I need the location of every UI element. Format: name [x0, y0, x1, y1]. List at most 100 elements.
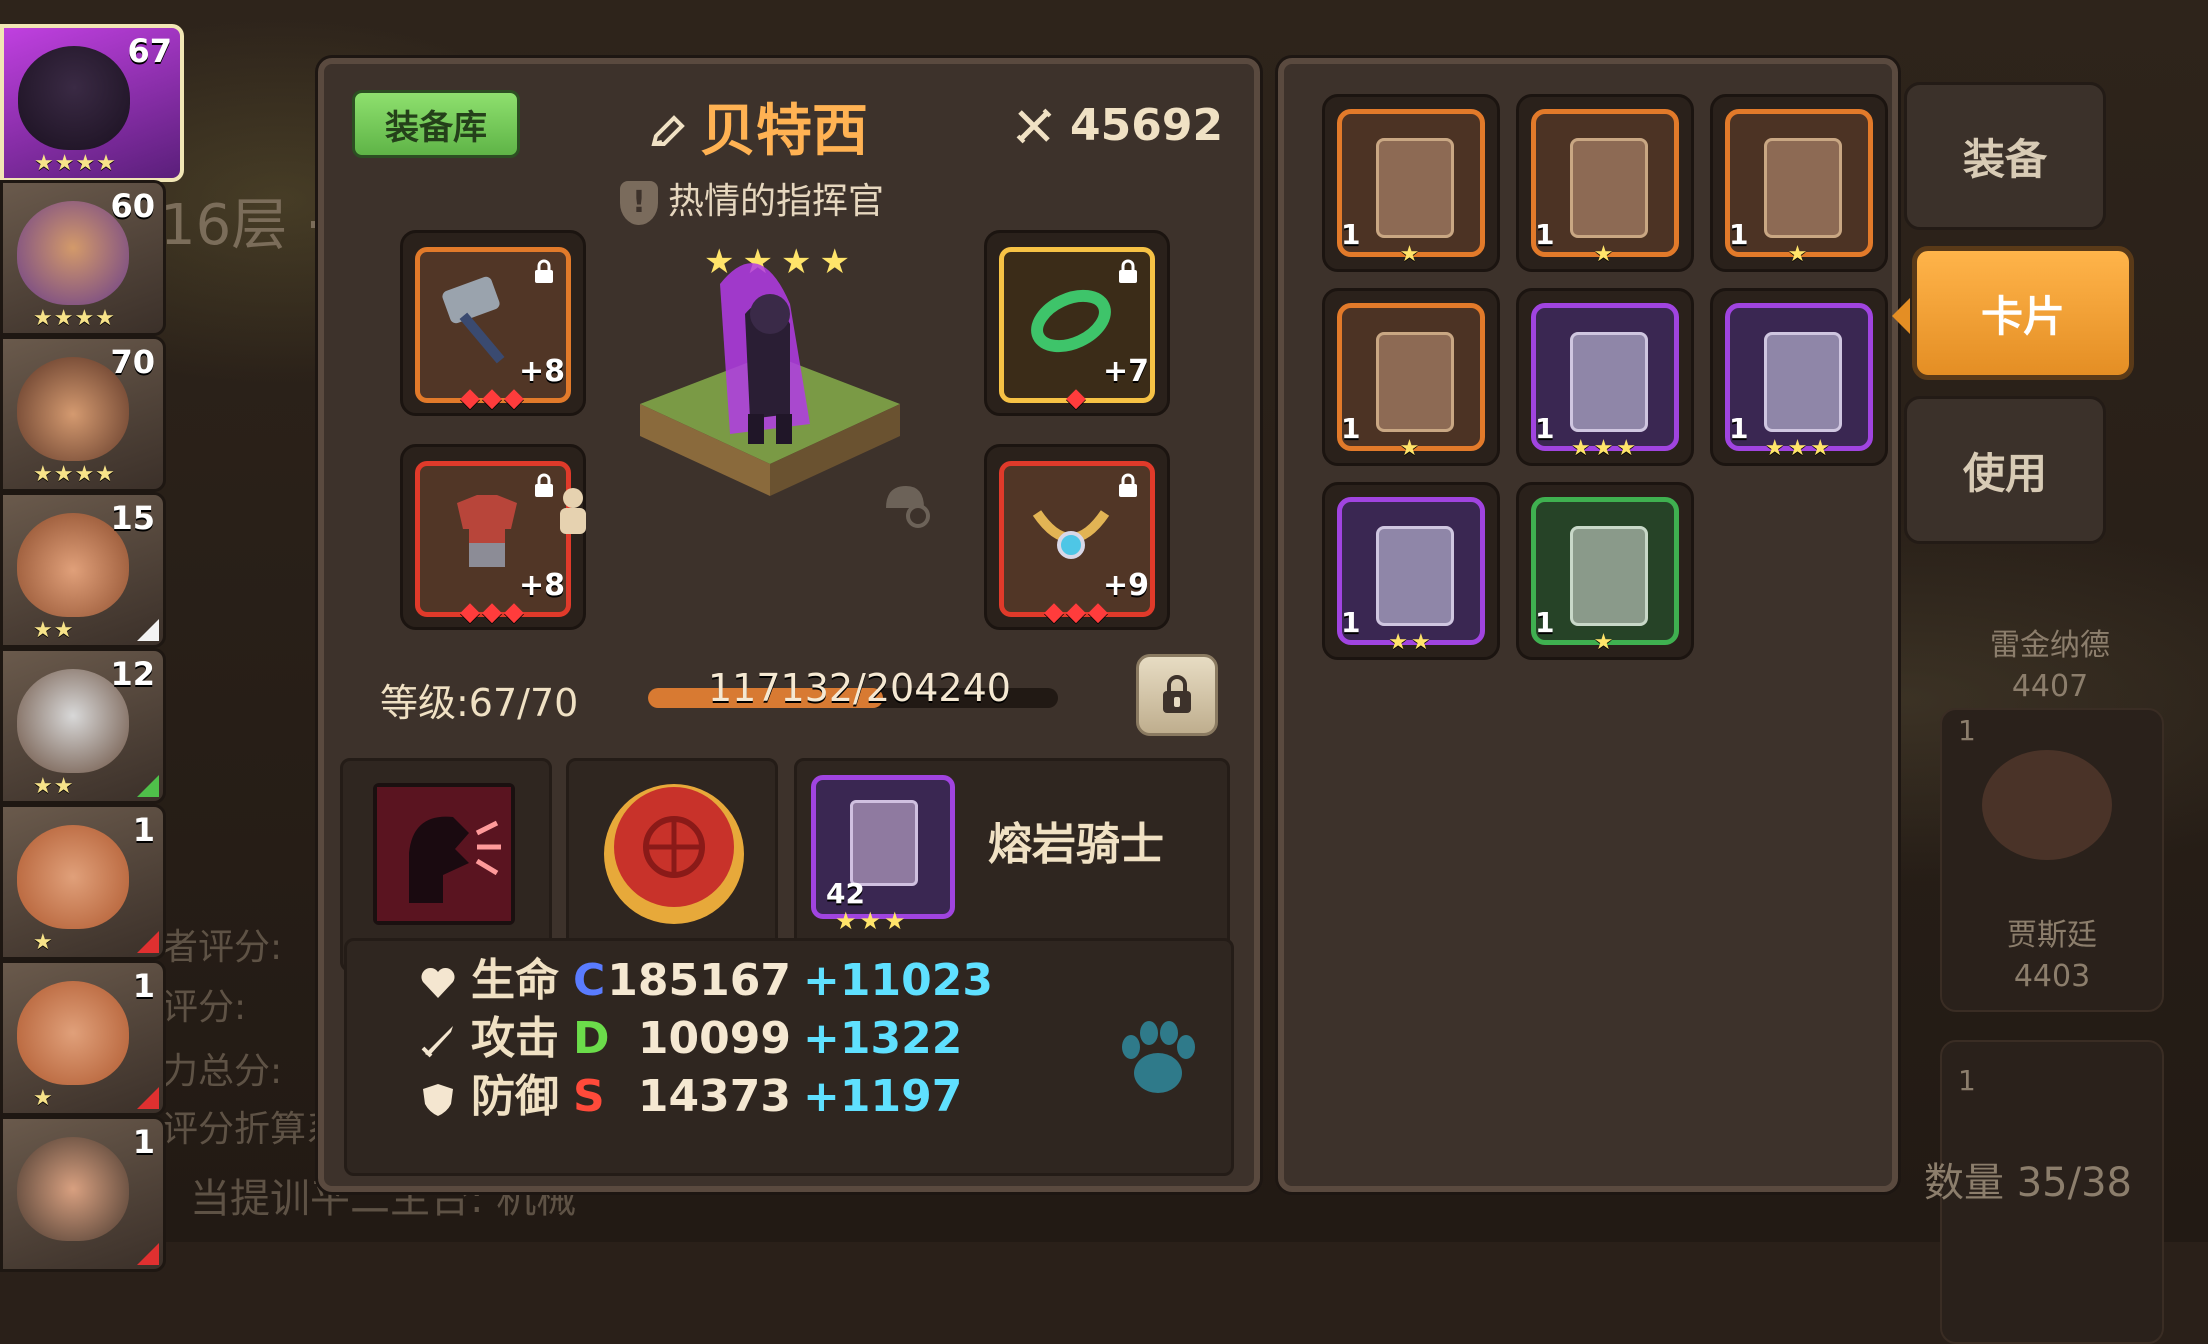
goblin-card-icon	[1570, 332, 1648, 432]
stat-value: 14373	[637, 1071, 791, 1122]
lock-icon	[1119, 259, 1137, 283]
hero-level: 1	[132, 811, 155, 849]
emblem-skill-icon	[604, 784, 744, 924]
equipment-slot-accessory[interactable]: +7 ◆	[984, 230, 1170, 416]
stat-value: 10099	[637, 1013, 791, 1064]
card-item[interactable]: 1 ★	[1322, 94, 1500, 272]
tab-cards[interactable]: 卡片	[1912, 246, 2134, 380]
lava-knight-card-icon	[850, 800, 918, 886]
hero-portrait	[17, 825, 129, 929]
hero-card-7[interactable]: 1 ★	[0, 960, 166, 1116]
bg-card-level: 1	[1958, 1064, 1976, 1097]
title-badge-icon	[620, 181, 658, 225]
helmet-toggle-icon[interactable]	[880, 478, 932, 530]
bg-hero-face	[1982, 750, 2112, 860]
hero-card-1[interactable]: 67 ★★★★	[0, 24, 184, 182]
hero-card-2[interactable]: 60 ★★★★	[0, 180, 166, 336]
lion-card-icon	[1376, 138, 1454, 238]
shield-icon	[423, 1084, 453, 1116]
hero-level: 60	[110, 187, 155, 225]
hero-stars: ★★★★	[33, 462, 116, 487]
hero-stars: ★	[33, 930, 54, 955]
hero-portrait	[18, 46, 130, 150]
card-stars: ★	[1593, 242, 1617, 267]
hero-level-label: 等级:67/70	[380, 681, 579, 725]
stat-label: 防御	[471, 1071, 559, 1122]
bg-card-number: 4403	[2013, 959, 2091, 994]
card-level: 42	[826, 877, 865, 910]
hero-level: 70	[110, 343, 155, 381]
bg-card-name: 贾斯廷	[2007, 918, 2097, 953]
hero-portrait	[17, 1137, 129, 1241]
hero-portrait	[17, 981, 129, 1085]
card-item[interactable]: 1 ★	[1322, 288, 1500, 466]
lock-icon	[535, 259, 553, 283]
rank-corner-icon	[137, 931, 159, 953]
card-inventory-panel: 1 ★ 1 ★ 1 ★ 1 ★ 1 ★★★ 1 ★★★ 1 ★★ 1 ★	[1278, 58, 1898, 1192]
hero-level: 1	[132, 967, 155, 1005]
card-stars: ★	[1787, 242, 1811, 267]
equipment-slot-necklace[interactable]: +9 ◆◆◆	[984, 444, 1170, 630]
hero-card-3[interactable]: 70 ★★★★	[0, 336, 166, 492]
xp-text: 117132/204240	[708, 666, 1011, 710]
rank-corner-icon	[137, 1087, 159, 1109]
stats-panel: 生命 C 185167 +11023 攻击 D 10099 +1322 防御 S 14…	[344, 938, 1234, 1176]
card-stars: ★★★	[835, 907, 909, 935]
dragon-card-icon	[1376, 332, 1454, 432]
card-item[interactable]: 1 ★	[1516, 94, 1694, 272]
lock-icon	[1163, 675, 1191, 713]
gem-rating: ◆	[1066, 383, 1088, 413]
active-tab-arrow	[1892, 298, 1910, 334]
equipment-slot-weapon[interactable]: +8 ◆◆◆	[400, 230, 586, 416]
ghost-text-1: 者评分:	[162, 927, 283, 968]
lock-icon	[1119, 473, 1137, 497]
tab-use[interactable]: 使用	[1904, 396, 2106, 544]
hero-level: 12	[110, 655, 155, 693]
card-stars: ★	[1593, 630, 1617, 655]
card-item[interactable]: 1 ★★	[1322, 482, 1500, 660]
goblin-card-icon	[1376, 526, 1454, 626]
rank-corner-icon	[137, 619, 159, 641]
combat-power-value: 45692	[1070, 100, 1224, 151]
rank-corner-icon	[137, 775, 159, 797]
floor-label: 16层 ·	[160, 193, 323, 258]
stat-hp: 生命 C	[419, 955, 605, 1007]
hero-stars: ★★	[33, 618, 75, 643]
card-stars: ★★★	[1570, 436, 1640, 461]
stat-label: 生命	[471, 955, 559, 1006]
bg-card-number: 4407	[2011, 669, 2089, 704]
equipment-library-button[interactable]: 装备库	[352, 90, 520, 158]
skill-card-name: 熔岩骑士	[988, 819, 1164, 870]
hero-card-5[interactable]: 12 ★★	[0, 648, 166, 804]
stat-label: 攻击	[471, 1013, 559, 1064]
griffin-card-icon	[1570, 138, 1648, 238]
stat-defense: 防御 S	[419, 1071, 605, 1123]
card-item[interactable]: 1 ★★★	[1710, 288, 1888, 466]
card-stars: ★★	[1388, 630, 1434, 655]
card-item[interactable]: 1 ★	[1516, 482, 1694, 660]
card-item[interactable]: 1 ★	[1710, 94, 1888, 272]
hero-card-4[interactable]: 15 ★★	[0, 492, 166, 648]
gem-rating: ◆◆◆	[1044, 597, 1110, 627]
stat-bonus: +1197	[803, 1071, 963, 1122]
hero-level: 67	[127, 32, 172, 70]
hero-level: 1	[132, 1123, 155, 1161]
hero-stars: ★★★★	[34, 151, 117, 176]
tab-equipment[interactable]: 装备	[1904, 82, 2106, 230]
hero-card-8[interactable]: 1	[0, 1116, 166, 1272]
card-stars: ★★★	[1764, 436, 1834, 461]
hero-card-6[interactable]: 1 ★	[0, 804, 166, 960]
stat-bonus: +11023	[803, 955, 993, 1006]
rank-corner-icon	[137, 1243, 159, 1265]
goblin-card-icon	[1764, 332, 1842, 432]
sword-icon	[421, 1026, 453, 1058]
pet-icon[interactable]	[550, 484, 596, 540]
card-item[interactable]: 1 ★★★	[1516, 288, 1694, 466]
hero-title-text: 热情的指挥官	[668, 181, 885, 222]
hero-lock-button[interactable]	[1136, 654, 1218, 736]
bg-card-level: 1	[1958, 714, 1976, 747]
paw-icon[interactable]	[1113, 1013, 1203, 1103]
hero-name-text: 贝特西	[700, 99, 868, 164]
heart-icon	[421, 967, 455, 998]
gem-rating: ◆◆◆	[460, 597, 526, 627]
